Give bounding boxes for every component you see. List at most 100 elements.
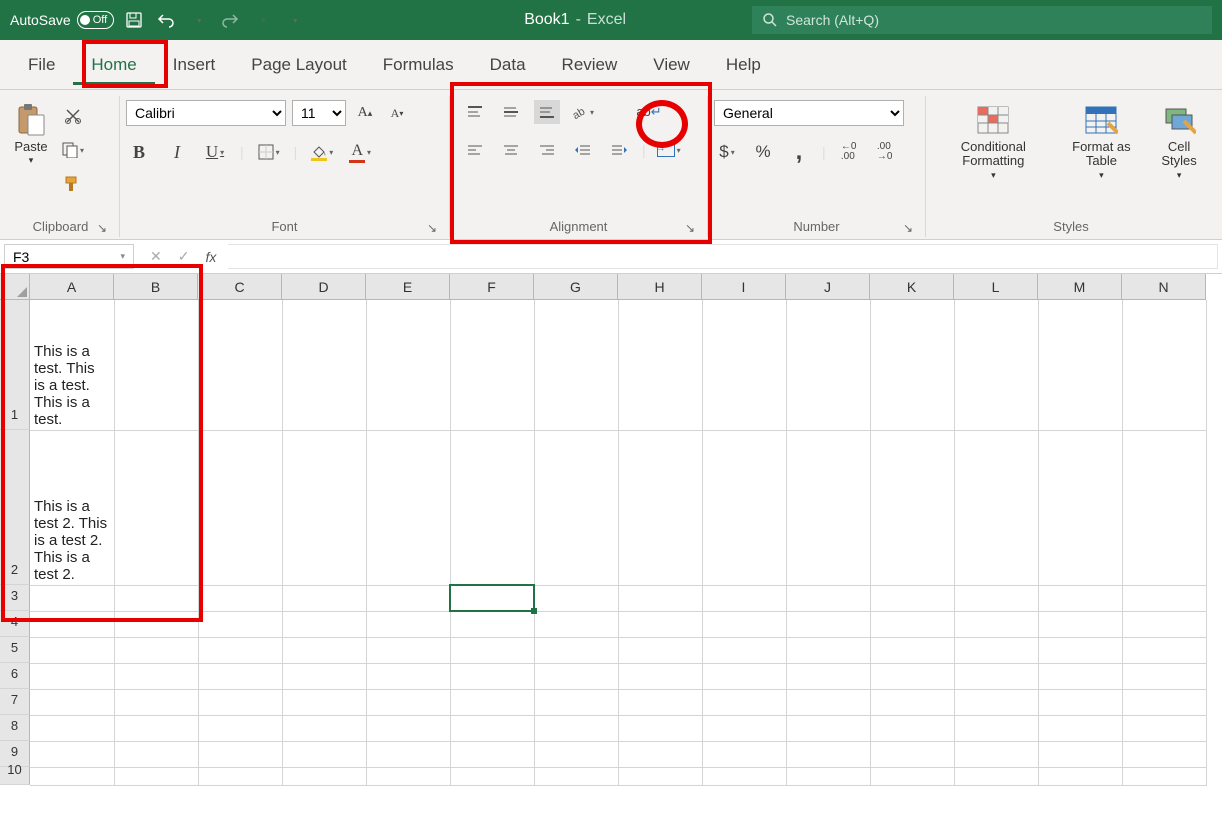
cell-B8[interactable] [114, 715, 198, 741]
cell-I1[interactable] [702, 300, 786, 430]
cell-J10[interactable] [786, 767, 870, 785]
cell-M5[interactable] [1038, 637, 1122, 663]
cell-I3[interactable] [702, 585, 786, 611]
cancel-icon[interactable]: ✕ [150, 248, 162, 265]
cell-C5[interactable] [198, 637, 282, 663]
cell-I6[interactable] [702, 663, 786, 689]
increase-decimal-icon[interactable]: ←0.00 [836, 140, 862, 164]
cell-C3[interactable] [198, 585, 282, 611]
align-top-icon[interactable] [462, 100, 488, 124]
formula-input[interactable] [228, 244, 1218, 269]
decrease-decimal-icon[interactable]: .00→0 [872, 140, 898, 164]
cell-F10[interactable] [450, 767, 534, 785]
cell-G6[interactable] [534, 663, 618, 689]
cell-E6[interactable] [366, 663, 450, 689]
cell-M3[interactable] [1038, 585, 1122, 611]
cell-C8[interactable] [198, 715, 282, 741]
cell-L9[interactable] [954, 741, 1038, 767]
cell-G3[interactable] [534, 585, 618, 611]
currency-button[interactable]: $ [714, 140, 740, 164]
search-box[interactable]: Search (Alt+Q) [752, 6, 1212, 34]
tab-file[interactable]: File [10, 45, 73, 85]
cell-E1[interactable] [366, 300, 450, 430]
cell-J7[interactable] [786, 689, 870, 715]
cell-B10[interactable] [114, 767, 198, 785]
cell-K9[interactable] [870, 741, 954, 767]
merge-center-icon[interactable] [656, 138, 682, 162]
row-header-5[interactable]: 5 [0, 637, 30, 663]
format-painter-icon[interactable] [60, 172, 86, 196]
cell-E9[interactable] [366, 741, 450, 767]
col-header-M[interactable]: M [1038, 274, 1122, 300]
cell-F3[interactable] [450, 585, 534, 611]
tab-view[interactable]: View [635, 45, 708, 85]
cell-L8[interactable] [954, 715, 1038, 741]
cell-K1[interactable] [870, 300, 954, 430]
cell-H7[interactable] [618, 689, 702, 715]
cell-K2[interactable] [870, 430, 954, 585]
cell-I7[interactable] [702, 689, 786, 715]
cell-A7[interactable] [30, 689, 114, 715]
cell-C4[interactable] [198, 611, 282, 637]
cell-E2[interactable] [366, 430, 450, 585]
col-header-J[interactable]: J [786, 274, 870, 300]
borders-icon[interactable] [256, 140, 282, 164]
format-as-table-button[interactable]: Format as Table ▾ [1057, 100, 1147, 182]
cell-C6[interactable] [198, 663, 282, 689]
cell-J9[interactable] [786, 741, 870, 767]
row-header-10[interactable]: 10 [0, 767, 30, 785]
cell-L6[interactable] [954, 663, 1038, 689]
cell-L3[interactable] [954, 585, 1038, 611]
cell-K8[interactable] [870, 715, 954, 741]
cell-I4[interactable] [702, 611, 786, 637]
redo-icon[interactable] [218, 8, 242, 32]
cell-M6[interactable] [1038, 663, 1122, 689]
cell-F9[interactable] [450, 741, 534, 767]
autosave-toggle[interactable]: AutoSave Off [10, 11, 114, 29]
cell-L4[interactable] [954, 611, 1038, 637]
cell-M4[interactable] [1038, 611, 1122, 637]
cell-A9[interactable] [30, 741, 114, 767]
italic-button[interactable]: I [164, 140, 190, 164]
cell-L2[interactable] [954, 430, 1038, 585]
cell-F5[interactable] [450, 637, 534, 663]
cell-H2[interactable] [618, 430, 702, 585]
cell-C9[interactable] [198, 741, 282, 767]
cell-B3[interactable] [114, 585, 198, 611]
cell-J6[interactable] [786, 663, 870, 689]
cell-L5[interactable] [954, 637, 1038, 663]
cell-N3[interactable] [1122, 585, 1206, 611]
cell-J5[interactable] [786, 637, 870, 663]
cell-L10[interactable] [954, 767, 1038, 785]
cell-B6[interactable] [114, 663, 198, 689]
cell-J1[interactable] [786, 300, 870, 430]
cell-D3[interactable] [282, 585, 366, 611]
fx-icon[interactable]: fx [205, 249, 216, 265]
cell-N1[interactable] [1122, 300, 1206, 430]
cell-E8[interactable] [366, 715, 450, 741]
percent-button[interactable]: % [750, 140, 776, 164]
save-icon[interactable] [122, 8, 146, 32]
row-header-1[interactable]: 1 [0, 300, 30, 430]
tab-insert[interactable]: Insert [155, 45, 234, 85]
increase-indent-icon[interactable] [606, 138, 632, 162]
orientation-icon[interactable]: ab [570, 100, 596, 124]
cell-F4[interactable] [450, 611, 534, 637]
cell-M10[interactable] [1038, 767, 1122, 785]
align-center-icon[interactable] [498, 138, 524, 162]
bold-button[interactable]: B [126, 140, 152, 164]
cell-A10[interactable] [30, 767, 114, 785]
col-header-B[interactable]: B [114, 274, 198, 300]
font-name-combo[interactable]: Calibri [126, 100, 286, 126]
enter-icon[interactable]: ✓ [178, 248, 190, 265]
underline-button[interactable]: U [202, 140, 228, 164]
col-header-A[interactable]: A [30, 274, 114, 300]
cell-M8[interactable] [1038, 715, 1122, 741]
number-format-combo[interactable]: General [714, 100, 904, 126]
col-header-G[interactable]: G [534, 274, 618, 300]
font-color-icon[interactable]: A [347, 140, 373, 164]
row-header-3[interactable]: 3 [0, 585, 30, 611]
conditional-formatting-button[interactable]: Conditional Formatting ▾ [932, 100, 1055, 182]
cell-F2[interactable] [450, 430, 534, 585]
cell-J8[interactable] [786, 715, 870, 741]
